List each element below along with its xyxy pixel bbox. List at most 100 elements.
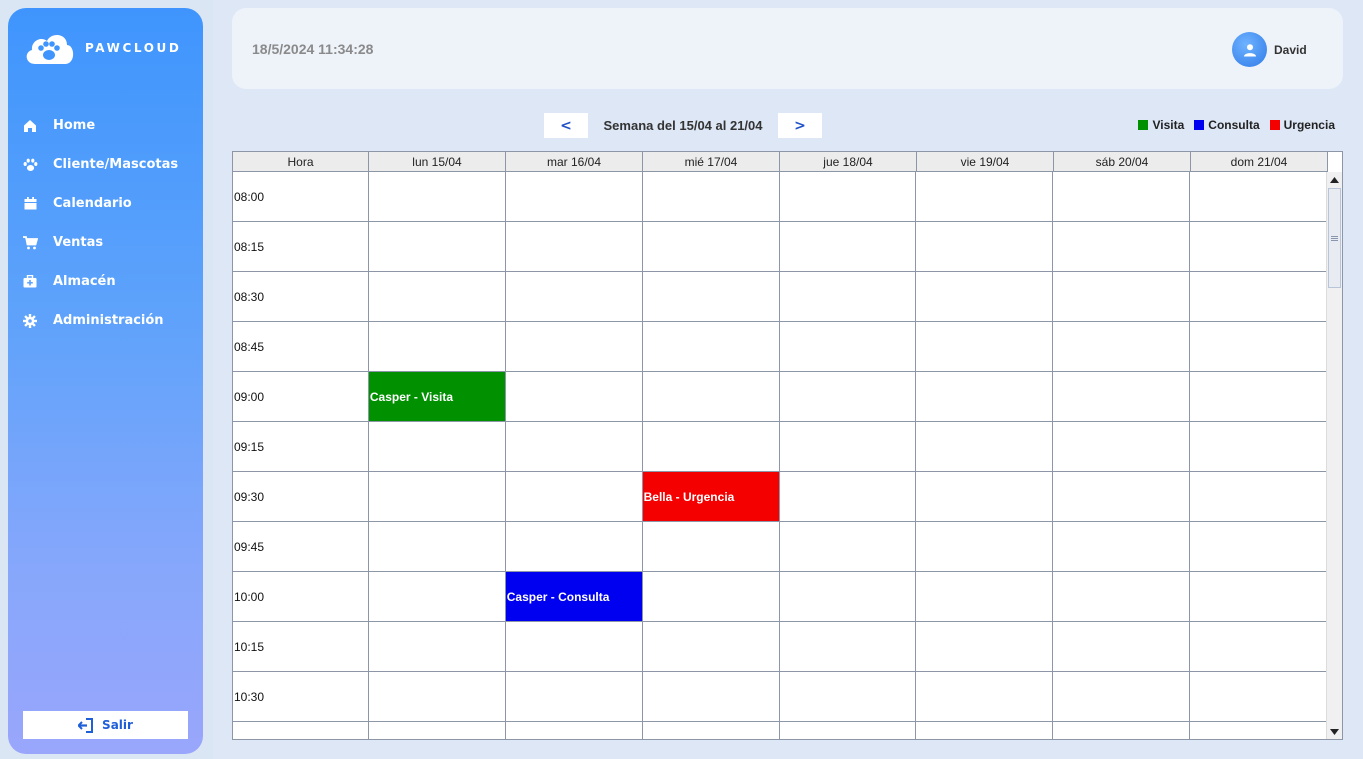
sidebar-item-calendario[interactable]: Calendario [8, 184, 203, 223]
slot-cell[interactable] [643, 172, 780, 221]
slot-cell[interactable] [1190, 672, 1327, 721]
slot-cell[interactable] [643, 222, 780, 271]
slot-cell[interactable] [506, 522, 643, 571]
user-profile[interactable]: David [1232, 32, 1307, 67]
slot-cell[interactable] [916, 172, 1054, 221]
slot-cell[interactable] [1053, 422, 1191, 471]
sidebar-item-almacen[interactable]: Almacén [8, 262, 203, 301]
slot-cell[interactable] [1053, 322, 1191, 371]
slot-cell[interactable] [916, 222, 1054, 271]
slot-cell[interactable] [1190, 722, 1327, 739]
slot-cell[interactable] [916, 622, 1054, 671]
slot-cell[interactable] [643, 722, 780, 739]
vertical-scrollbar[interactable] [1326, 172, 1342, 739]
logout-button[interactable]: Salir [23, 711, 188, 739]
slot-cell[interactable] [780, 672, 917, 721]
slot-cell[interactable] [369, 422, 506, 471]
slot-cell[interactable] [780, 572, 917, 621]
avatar[interactable] [1232, 32, 1267, 67]
slot-cell[interactable] [1190, 622, 1327, 671]
slot-cell[interactable] [506, 422, 643, 471]
slot-cell[interactable] [916, 422, 1054, 471]
slot-cell[interactable] [506, 172, 643, 221]
slot-cell[interactable] [369, 722, 506, 739]
slot-cell[interactable] [916, 372, 1054, 421]
slot-cell[interactable] [916, 522, 1054, 571]
scroll-up-arrow-icon[interactable] [1327, 172, 1342, 188]
appointment-cell[interactable]: Casper - Consulta [505, 572, 643, 621]
slot-cell[interactable] [1053, 522, 1191, 571]
slot-cell[interactable] [506, 322, 643, 371]
slot-cell[interactable] [1190, 472, 1327, 521]
slot-cell[interactable] [369, 172, 506, 221]
slot-cell[interactable] [369, 672, 506, 721]
slot-cell[interactable] [780, 422, 917, 471]
slot-cell[interactable] [916, 672, 1054, 721]
slot-cell[interactable] [1053, 672, 1191, 721]
slot-cell[interactable] [916, 322, 1054, 371]
slot-cell[interactable] [369, 522, 506, 571]
slot-cell[interactable] [643, 272, 780, 321]
appointment-cell[interactable]: Casper - Visita [368, 372, 506, 421]
slot-cell[interactable] [506, 672, 643, 721]
slot-cell[interactable] [1190, 222, 1327, 271]
slot-cell[interactable] [1053, 472, 1191, 521]
slot-cell[interactable] [1190, 572, 1327, 621]
slot-cell[interactable] [1190, 272, 1327, 321]
slot-cell[interactable] [506, 222, 643, 271]
sidebar-item-administracion[interactable]: Administración [8, 301, 203, 340]
slot-cell[interactable] [780, 272, 917, 321]
slot-cell[interactable] [780, 472, 917, 521]
slot-cell[interactable] [1190, 422, 1327, 471]
slot-cell[interactable] [643, 422, 780, 471]
slot-cell[interactable] [369, 622, 506, 671]
slot-cell[interactable] [916, 722, 1054, 739]
slot-cell[interactable] [506, 722, 643, 739]
slot-cell[interactable] [643, 372, 780, 421]
slot-cell[interactable] [643, 322, 780, 371]
slot-cell[interactable] [780, 722, 917, 739]
slot-cell[interactable] [1053, 622, 1191, 671]
slot-cell[interactable] [1190, 322, 1327, 371]
sidebar-item-ventas[interactable]: Ventas [8, 223, 203, 262]
slot-cell[interactable] [780, 172, 917, 221]
slot-cell[interactable] [1053, 722, 1191, 739]
slot-cell[interactable] [780, 522, 917, 571]
slot-cell[interactable] [369, 472, 506, 521]
slot-cell[interactable] [780, 322, 917, 371]
slot-cell[interactable] [506, 622, 643, 671]
slot-cell[interactable] [1190, 172, 1327, 221]
appointment-cell[interactable]: Bella - Urgencia [642, 472, 780, 521]
slot-cell[interactable] [1053, 222, 1191, 271]
slot-cell[interactable] [1053, 272, 1191, 321]
slot-cell[interactable] [780, 372, 917, 421]
slot-cell[interactable] [643, 672, 780, 721]
slot-cell[interactable] [369, 322, 506, 371]
slot-cell[interactable] [780, 622, 917, 671]
slot-cell[interactable] [643, 522, 780, 571]
slot-cell[interactable] [369, 272, 506, 321]
slot-cell[interactable] [916, 572, 1054, 621]
slot-cell[interactable] [506, 272, 643, 321]
scrollbar-thumb[interactable] [1328, 188, 1341, 288]
slot-cell[interactable] [916, 272, 1054, 321]
sidebar-item-clientes[interactable]: Cliente/Mascotas [8, 145, 203, 184]
slot-cell[interactable] [916, 472, 1054, 521]
sidebar-item-home[interactable]: Home [8, 106, 203, 145]
slot-cell[interactable] [369, 222, 506, 271]
slot-cell[interactable] [643, 572, 780, 621]
slot-cell[interactable] [1053, 572, 1191, 621]
scroll-down-arrow-icon[interactable] [1327, 724, 1342, 739]
slot-cell[interactable] [1053, 372, 1191, 421]
slot-cell[interactable] [780, 222, 917, 271]
next-week-button[interactable]: > [778, 113, 822, 138]
previous-week-button[interactable]: < [544, 113, 588, 138]
slot-cell[interactable] [506, 372, 643, 421]
slot-cell[interactable] [369, 572, 506, 621]
time-cell: 10:30 [233, 672, 369, 721]
slot-cell[interactable] [1053, 172, 1191, 221]
slot-cell[interactable] [1190, 372, 1327, 421]
slot-cell[interactable] [1190, 522, 1327, 571]
slot-cell[interactable] [506, 472, 643, 521]
slot-cell[interactable] [643, 622, 780, 671]
